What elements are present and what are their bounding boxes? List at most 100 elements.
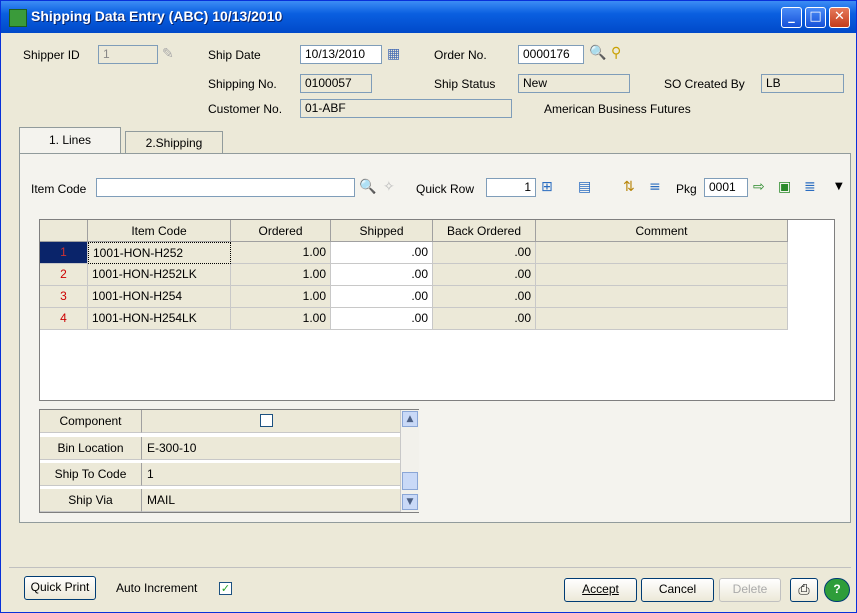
cancel-button[interactable]: Cancel (641, 578, 714, 602)
next-package-icon[interactable]: ⇨ (753, 179, 765, 195)
wand-icon: ✧ (383, 179, 395, 195)
customer-name: American Business Futures (544, 102, 691, 116)
component-label: Component (40, 410, 142, 433)
line-properties-panel: Component Bin Location E-300-10 Ship To … (39, 409, 419, 513)
scroll-down-icon[interactable]: ▼ (402, 494, 418, 510)
column-header[interactable]: Comment (536, 220, 788, 242)
footer-divider (9, 567, 851, 568)
item-code-cell[interactable]: 1001-HON-H252 (88, 242, 231, 264)
ship-status-label: Ship Status (434, 77, 496, 91)
column-header[interactable]: Ordered (231, 220, 331, 242)
chevron-down-icon[interactable]: ▼ (835, 179, 843, 195)
package-list-icon[interactable]: ▣ (778, 179, 791, 195)
shipping-data-entry-window: Shipping Data Entry (ABC) 10/13/2010 _ □… (0, 0, 857, 613)
maximize-button[interactable]: □ (805, 7, 826, 28)
delete-row-icon[interactable]: ≡ (649, 179, 661, 195)
pkg-input[interactable]: 0001 (704, 178, 748, 197)
customer-no-label: Customer No. (208, 102, 283, 116)
quick-print-label: Quick Print (30, 580, 90, 594)
title-bar[interactable]: Shipping Data Entry (ABC) 10/13/2010 _ □… (1, 1, 856, 33)
ordered-cell: 1.00 (231, 286, 331, 308)
ship-date-field[interactable]: 10/13/2010 (300, 45, 382, 64)
lines-grid[interactable]: Item Code Ordered Shipped Back Ordered C… (39, 219, 835, 401)
accept-button[interactable]: Accept (564, 578, 637, 602)
minimize-button[interactable]: _ (781, 7, 802, 28)
so-created-by-label: SO Created By (664, 77, 745, 91)
quick-row-label: Quick Row (416, 182, 475, 196)
row-number[interactable]: 3 (40, 286, 88, 308)
tab-lines-label: 1. Lines (48, 133, 92, 147)
delete-button: Delete (719, 578, 781, 602)
auto-increment-label: Auto Increment (116, 581, 198, 595)
quick-row-input[interactable]: 1 (486, 178, 536, 197)
column-header[interactable]: Item Code (88, 220, 231, 242)
ordered-cell: 1.00 (231, 308, 331, 330)
properties-scrollbar[interactable]: ▲ ▼ (400, 410, 419, 512)
auto-increment-checkbox[interactable]: ✓ (219, 582, 232, 595)
ordered-cell: 1.00 (231, 264, 331, 286)
row-number[interactable]: 1 (40, 242, 88, 264)
row-number-header (40, 220, 88, 242)
ship-date-label: Ship Date (208, 48, 261, 62)
ship-via-value[interactable]: MAIL (142, 489, 400, 512)
item-code-cell[interactable]: 1001-HON-H254 (88, 286, 231, 308)
scroll-thumb[interactable] (402, 472, 418, 490)
item-code-label: Item Code (31, 182, 87, 196)
shipper-id-label: Shipper ID (23, 48, 80, 62)
ship-to-code-value[interactable]: 1 (142, 463, 400, 486)
order-no-label: Order No. (434, 48, 487, 62)
help-icon[interactable]: ? (824, 578, 850, 602)
item-code-cell[interactable]: 1001-HON-H254LK (88, 308, 231, 330)
scroll-up-icon[interactable]: ▲ (402, 411, 418, 427)
print-icon[interactable]: ⎙ (790, 578, 818, 602)
tab-lines[interactable]: 1. Lines (19, 127, 121, 154)
row-number[interactable]: 2 (40, 264, 88, 286)
ship-via-label: Ship Via (40, 489, 142, 512)
order-no-field[interactable]: 0000176 (518, 45, 584, 64)
shipping-no-field: 0100057 (300, 74, 372, 93)
comment-cell[interactable] (536, 242, 788, 264)
comment-cell[interactable] (536, 308, 788, 330)
shipped-cell[interactable]: .00 (331, 286, 433, 308)
component-value (142, 410, 400, 433)
window-title: Shipping Data Entry (ABC) 10/13/2010 (31, 8, 283, 24)
app-icon (9, 9, 27, 27)
customize-icon[interactable]: ≣ (804, 179, 816, 195)
so-created-by-field: LB (761, 74, 844, 93)
bin-location-value[interactable]: E-300-10 (142, 437, 400, 460)
search-icon[interactable]: 🔍 (359, 179, 376, 195)
item-code-input[interactable] (96, 178, 355, 197)
insert-row-icon[interactable]: ⇅ (623, 179, 635, 195)
pkg-label: Pkg (676, 182, 697, 196)
comment-cell[interactable] (536, 264, 788, 286)
ordered-cell: 1.00 (231, 242, 331, 264)
shipping-no-label: Shipping No. (208, 77, 277, 91)
shipped-cell[interactable]: .00 (331, 242, 433, 264)
comment-icon[interactable]: ▤ (578, 179, 591, 195)
shipper-id-field[interactable]: 1 (98, 45, 158, 64)
quick-print-button[interactable]: Quick Print (24, 576, 96, 600)
row-number[interactable]: 4 (40, 308, 88, 330)
shipped-cell[interactable]: .00 (331, 308, 433, 330)
flashlight-icon[interactable]: ⚲ (611, 45, 621, 61)
search-icon[interactable]: 🔍 (589, 45, 606, 61)
column-header[interactable]: Shipped (331, 220, 433, 242)
close-button[interactable]: ✕ (829, 7, 850, 28)
item-code-cell[interactable]: 1001-HON-H252LK (88, 264, 231, 286)
customer-no-field: 01-ABF (300, 99, 512, 118)
component-checkbox[interactable] (260, 414, 273, 427)
back-ordered-cell: .00 (433, 286, 536, 308)
pencil-icon[interactable]: ✎ (162, 46, 174, 62)
back-ordered-cell: .00 (433, 242, 536, 264)
accept-label: Accept (582, 582, 619, 596)
cancel-label: Cancel (658, 582, 697, 596)
bin-location-label: Bin Location (40, 437, 142, 460)
tab-shipping[interactable]: 2.Shipping (125, 131, 223, 153)
shipped-cell[interactable]: .00 (331, 264, 433, 286)
column-header[interactable]: Back Ordered (433, 220, 536, 242)
row-jump-icon[interactable]: ⊞ (541, 179, 553, 195)
calendar-icon[interactable]: ▦ (387, 46, 400, 62)
back-ordered-cell: .00 (433, 264, 536, 286)
delete-label: Delete (732, 582, 768, 596)
comment-cell[interactable] (536, 286, 788, 308)
